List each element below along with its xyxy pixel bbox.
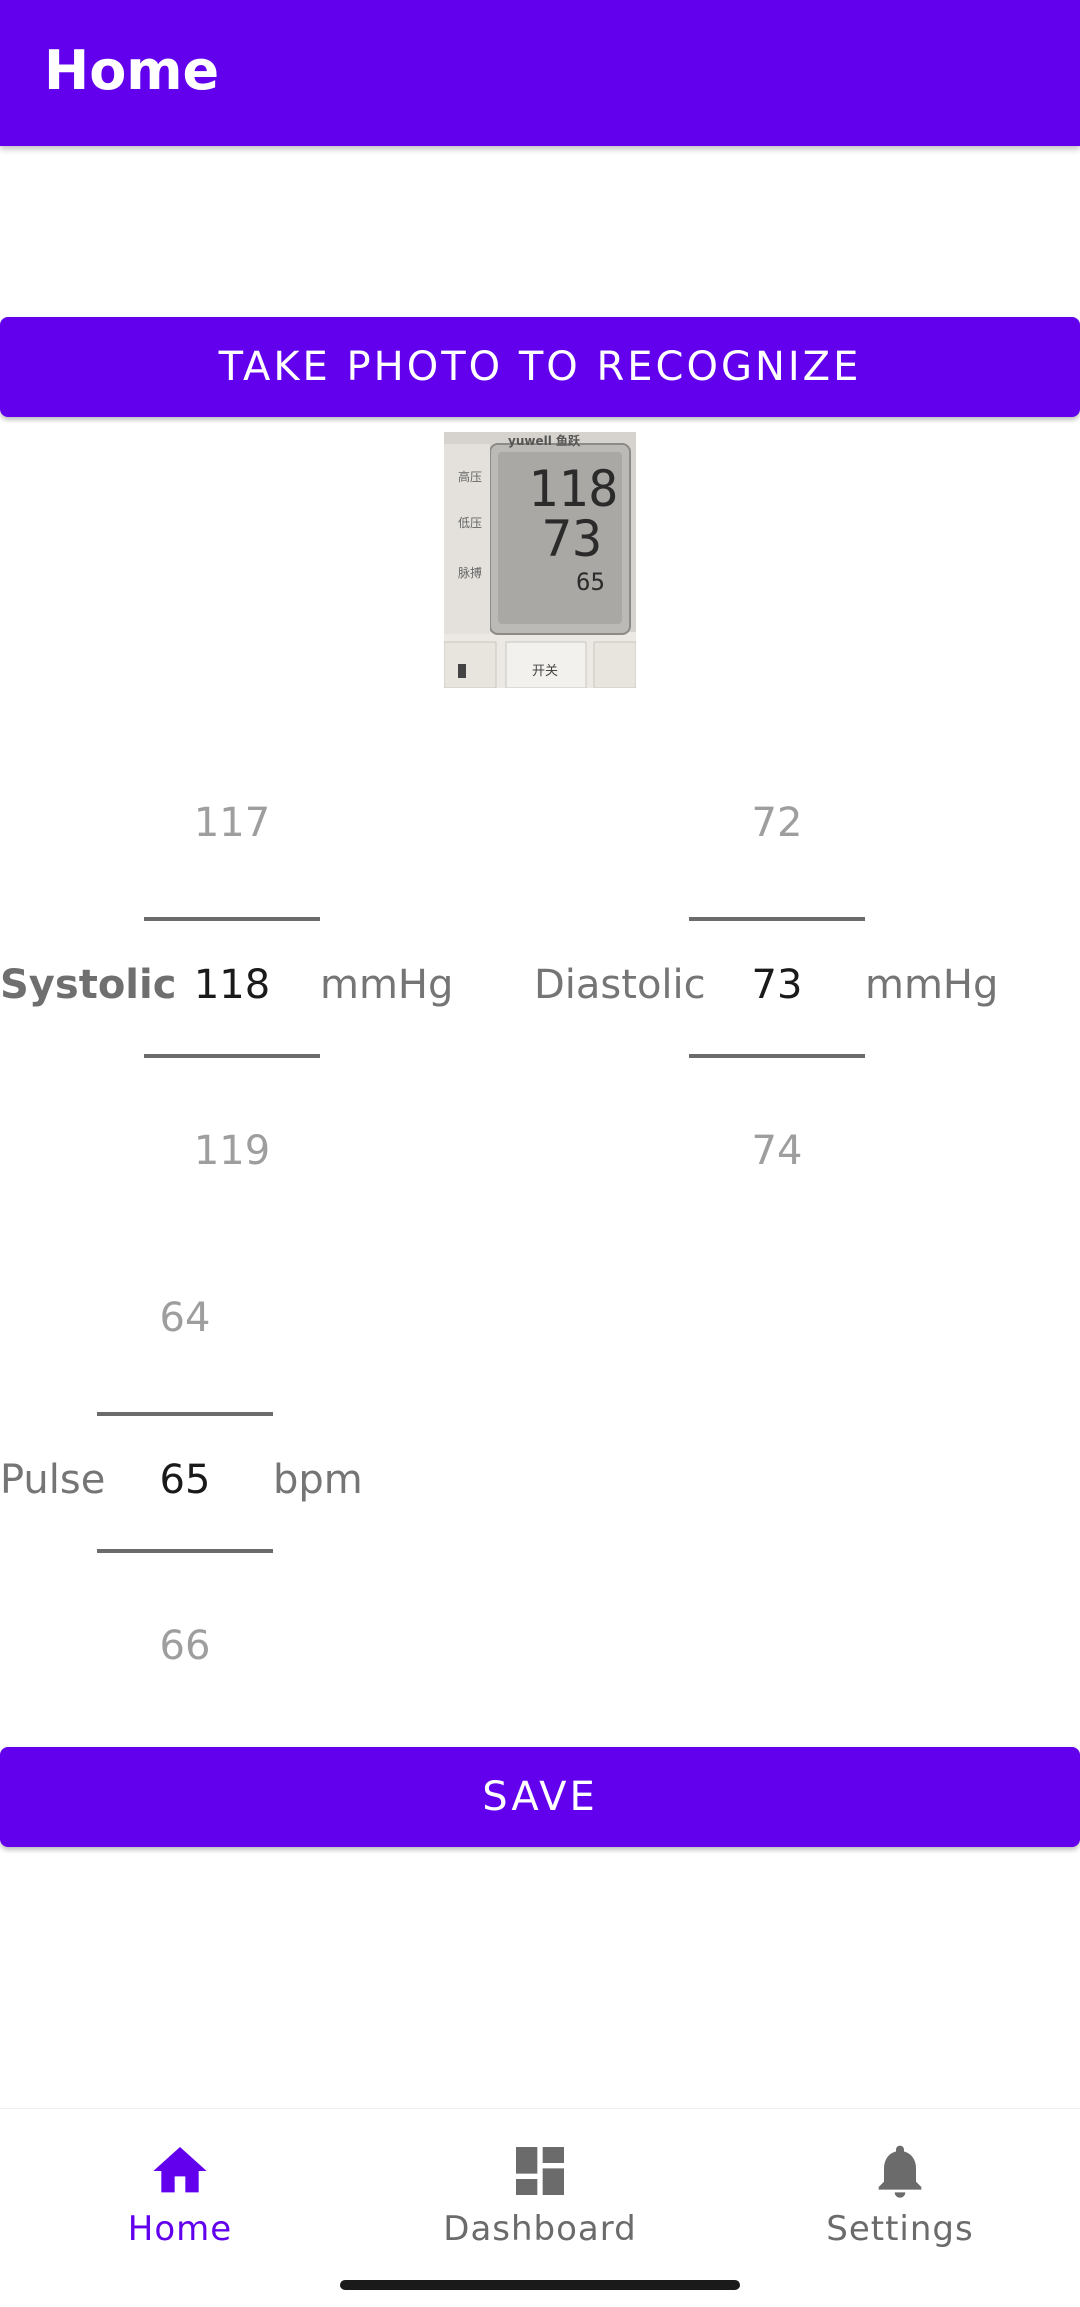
photo-reading-pulse: 65: [576, 568, 605, 596]
bell-icon: [878, 2145, 922, 2198]
pulse-current-value[interactable]: 65: [97, 1457, 273, 1503]
systolic-prev-value[interactable]: 117: [144, 800, 320, 846]
take-photo-button[interactable]: TAKE PHOTO TO RECOGNIZE: [0, 317, 1080, 417]
bp-monitor-photo[interactable]: yuwell 鱼跃 118 73 65 高压 低压 脉搏 开关: [444, 432, 636, 688]
systolic-divider-top: [144, 917, 320, 921]
nav-item-settings[interactable]: Settings: [720, 2109, 1080, 2307]
diastolic-unit: mmHg: [865, 962, 999, 1008]
top-app-bar: Home: [0, 0, 1080, 146]
save-button[interactable]: SAVE: [0, 1747, 1080, 1847]
gesture-home-indicator[interactable]: [340, 2280, 740, 2290]
nav-label-settings: Settings: [826, 2209, 974, 2249]
pulse-unit: bpm: [273, 1457, 363, 1503]
nav-item-dashboard[interactable]: Dashboard: [360, 2109, 720, 2307]
home-icon: [153, 2147, 207, 2193]
pulse-divider-bottom: [97, 1549, 273, 1553]
bottom-navigation: Home Dashboard Settings: [0, 2108, 1080, 2307]
dashboard-icon: [516, 2147, 564, 2195]
photo-brand-text: yuwell 鱼跃: [508, 434, 580, 448]
pulse-divider-top: [97, 1412, 273, 1416]
systolic-current-value[interactable]: 118: [144, 962, 320, 1008]
diastolic-label: Diastolic: [534, 962, 706, 1008]
photo-reading-systolic: 118: [528, 460, 619, 518]
photo-power-label: 开关: [532, 664, 559, 679]
photo-side-label-low: 低压: [458, 516, 483, 530]
photo-side-label-pulse: 脉搏: [458, 566, 483, 580]
diastolic-divider-bottom: [689, 1054, 865, 1058]
diastolic-divider-top: [689, 917, 865, 921]
diastolic-prev-value[interactable]: 72: [689, 800, 865, 846]
page-title: Home: [44, 39, 220, 102]
systolic-next-value[interactable]: 119: [144, 1128, 320, 1174]
systolic-unit: mmHg: [320, 962, 454, 1008]
photo-side-label-high: 高压: [458, 470, 483, 484]
diastolic-current-value[interactable]: 73: [689, 962, 865, 1008]
systolic-divider-bottom: [144, 1054, 320, 1058]
diastolic-next-value[interactable]: 74: [689, 1128, 865, 1174]
nav-item-home[interactable]: Home: [0, 2109, 360, 2307]
nav-label-home: Home: [127, 2209, 233, 2249]
pulse-label: Pulse: [0, 1457, 106, 1503]
pulse-next-value[interactable]: 66: [97, 1623, 273, 1669]
nav-label-dashboard: Dashboard: [443, 2209, 637, 2249]
pulse-prev-value[interactable]: 64: [97, 1295, 273, 1341]
photo-reading-diastolic: 73: [542, 510, 603, 568]
